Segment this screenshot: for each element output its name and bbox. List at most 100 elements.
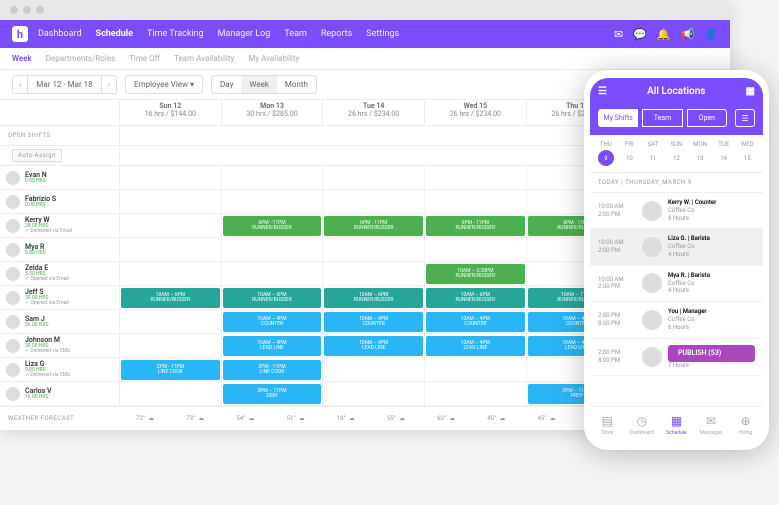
- shift-cell[interactable]: 6PM - 11PMRUNNER/BUSSER: [425, 214, 527, 237]
- shift-block[interactable]: 6PM - 11PMRUNNER/BUSSER: [223, 216, 322, 236]
- view-select[interactable]: Employee View ▾: [125, 75, 203, 94]
- shift-cell[interactable]: [425, 190, 527, 213]
- shift-cell[interactable]: 10AM – 6PMRUNNER/BUSSER: [120, 286, 222, 309]
- phone-nav-hiring[interactable]: ⊕Hiring: [728, 407, 763, 442]
- phone-tab[interactable]: Open: [687, 109, 727, 127]
- subnav-item[interactable]: Week: [12, 54, 32, 63]
- shift-cell[interactable]: [222, 166, 324, 189]
- employee-row[interactable]: Johnson M30.00 HRS✓ Delivered via SMS: [0, 334, 119, 358]
- shift-cell[interactable]: [323, 262, 425, 285]
- phone-day[interactable]: SAT11: [641, 141, 665, 166]
- phone-shift-row[interactable]: 10:00 AM2:00 PMLiza G. | BaristaCoffee C…: [590, 229, 763, 265]
- phone-day[interactable]: THU9: [594, 141, 618, 166]
- phone-nav-schedule[interactable]: ▦Schedule: [659, 407, 694, 442]
- shift-cell[interactable]: [323, 190, 425, 213]
- shift-block[interactable]: 2PM - 11PMLINE COOK: [121, 360, 220, 380]
- nav-manager-log[interactable]: Manager Log: [218, 29, 271, 39]
- shift-cell[interactable]: [120, 214, 222, 237]
- period-month[interactable]: Month: [277, 76, 316, 93]
- phone-nav-store[interactable]: ▤Store: [590, 407, 625, 442]
- filter-icon[interactable]: ☰: [735, 109, 755, 127]
- shift-cell[interactable]: [425, 166, 527, 189]
- employee-row[interactable]: Jeff S30.00 HRS✓ Opened via Email: [0, 286, 119, 310]
- shift-block[interactable]: 10AM – 4PMCOUNTER: [426, 312, 525, 332]
- shift-cell[interactable]: [120, 190, 222, 213]
- shift-block[interactable]: 10AM – 6PMRUNNER/BUSSER: [426, 288, 525, 308]
- shift-cell[interactable]: [425, 238, 527, 261]
- shift-cell[interactable]: 10AM – 4PMCOUNTER: [425, 310, 527, 333]
- phone-day[interactable]: FRI10: [618, 141, 642, 166]
- calendar-icon[interactable]: ▦: [746, 86, 755, 97]
- nav-time-tracking[interactable]: Time Tracking: [147, 29, 204, 39]
- date-range[interactable]: Mar 12 - Mar 18: [27, 76, 101, 93]
- employee-row[interactable]: Liza G9.00 HRS✓ Delivered via SMS: [0, 358, 119, 382]
- period-day[interactable]: Day: [212, 76, 241, 93]
- employee-row[interactable]: Zelda E5.50 HRS✓ Opened via Email: [0, 262, 119, 286]
- employee-row[interactable]: Mya R0.00 HRS: [0, 238, 119, 262]
- shift-block[interactable]: 10AM – 4PMLEAD LINE: [223, 336, 322, 356]
- shift-cell[interactable]: 10AM – 3:30PMRUNNER/BUSSER: [425, 262, 527, 285]
- logo[interactable]: h: [12, 26, 28, 42]
- shift-block[interactable]: 10AM – 4PMCOUNTER: [223, 312, 322, 332]
- menu-icon[interactable]: ☰: [598, 86, 607, 97]
- shift-cell[interactable]: 10AM – 6PMRUNNER/BUSSER: [323, 286, 425, 309]
- shift-cell[interactable]: 10AM – 4PMCOUNTER: [222, 310, 324, 333]
- phone-day[interactable]: SUN12: [665, 141, 689, 166]
- shift-block[interactable]: 3PM – 11PMDISH: [223, 384, 322, 404]
- shift-cell[interactable]: [222, 190, 324, 213]
- shift-cell[interactable]: [323, 238, 425, 261]
- shift-cell[interactable]: 10AM – 4PMLEAD LINE: [222, 334, 324, 357]
- shift-block[interactable]: 10AM – 4PMCOUNTER: [324, 312, 423, 332]
- shift-cell[interactable]: [323, 382, 425, 405]
- shift-cell[interactable]: 3PM – 11PMDISH: [222, 382, 324, 405]
- phone-tab[interactable]: Team: [642, 109, 682, 127]
- shift-block[interactable]: 10AM – 3:30PMRUNNER/BUSSER: [426, 264, 525, 284]
- shift-cell[interactable]: [120, 334, 222, 357]
- shift-cell[interactable]: 10AM – 6PMRUNNER/BUSSER: [222, 286, 324, 309]
- shift-cell[interactable]: [222, 262, 324, 285]
- phone-nav-messages[interactable]: ✉Messages: [694, 407, 729, 442]
- shift-cell[interactable]: 6PM - 11PMRUNNER/BUSSER: [323, 214, 425, 237]
- chat-icon[interactable]: 💬: [633, 28, 647, 41]
- close-dot[interactable]: [10, 6, 18, 14]
- shift-cell[interactable]: [120, 238, 222, 261]
- mail-icon[interactable]: ✉: [614, 28, 623, 41]
- shift-cell[interactable]: [120, 166, 222, 189]
- shift-block[interactable]: 10AM – 6PMRUNNER/BUSSER: [324, 288, 423, 308]
- shift-cell[interactable]: 10AM – 4PMLEAD LINE: [425, 334, 527, 357]
- subnav-item[interactable]: My Availability: [248, 54, 299, 63]
- shift-block[interactable]: 6PM - 11PMRUNNER/BUSSER: [426, 216, 525, 236]
- phone-shift-row[interactable]: 10:00 AM2:00 PMMya R. | BaristaCoffee Co…: [590, 266, 763, 302]
- shift-cell[interactable]: [323, 358, 425, 381]
- prev-button[interactable]: ‹: [13, 76, 27, 93]
- nav-settings[interactable]: Settings: [366, 29, 399, 39]
- phone-tab[interactable]: My Shifts: [598, 109, 638, 127]
- phone-day[interactable]: MON13: [688, 141, 712, 166]
- phone-nav-dashboard[interactable]: ◷Dashboard: [625, 407, 660, 442]
- min-dot[interactable]: [23, 6, 31, 14]
- shift-cell[interactable]: [425, 382, 527, 405]
- shift-block[interactable]: 6PM - 11PMRUNNER/BUSSER: [324, 216, 423, 236]
- auto-assign-button[interactable]: Auto-Assign: [12, 149, 62, 162]
- phone-shift-row[interactable]: 10:00 AM2:00 PMKerry W. | CounterCoffee …: [590, 193, 763, 229]
- employee-row[interactable]: Carlos V16.00 HRS: [0, 382, 119, 406]
- shift-cell[interactable]: [323, 166, 425, 189]
- shift-cell[interactable]: [120, 382, 222, 405]
- phone-day[interactable]: TUE14: [712, 141, 736, 166]
- subnav-item[interactable]: Team Availability: [174, 54, 234, 63]
- shift-block[interactable]: 10AM – 6PMRUNNER/BUSSER: [223, 288, 322, 308]
- period-week[interactable]: Week: [241, 76, 277, 93]
- shift-block[interactable]: 2PM - 11PMLINE COOK: [223, 360, 322, 380]
- nav-team[interactable]: Team: [284, 29, 307, 39]
- subnav-item[interactable]: Time Off: [129, 54, 160, 63]
- publish-button[interactable]: PUBLISH (53): [668, 345, 755, 362]
- nav-dashboard[interactable]: Dashboard: [38, 29, 82, 39]
- shift-cell[interactable]: [120, 310, 222, 333]
- shift-block[interactable]: 10AM – 4PMLEAD LINE: [426, 336, 525, 356]
- phone-shift-row[interactable]: 2:00 PM8:00 PMYou | ManagerCoffee Co6 Ho…: [590, 302, 763, 338]
- employee-row[interactable]: Fabrizio S0.00 HRS: [0, 190, 119, 214]
- shift-cell[interactable]: 10AM – 4PMCOUNTER: [323, 310, 425, 333]
- shift-block[interactable]: 10AM – 6PMRUNNER/BUSSER: [121, 288, 220, 308]
- phone-shift-row[interactable]: 2:00 PM8:00 PMPUBLISH (53)7 Hours: [590, 339, 763, 377]
- shift-cell[interactable]: [425, 358, 527, 381]
